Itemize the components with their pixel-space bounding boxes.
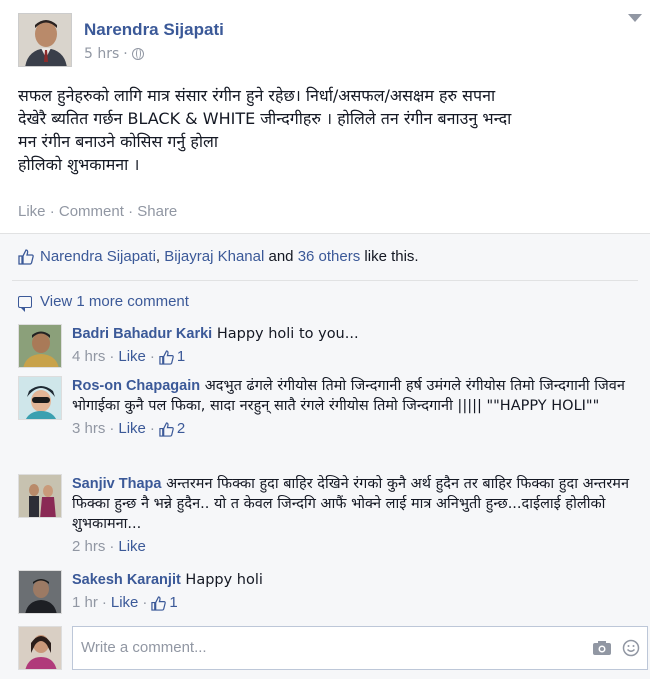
liker-name[interactable]: Narendra Sijapati [40, 248, 156, 265]
comment-like-count[interactable]: 1 [159, 347, 185, 367]
post-meta: 5 hrs · [84, 46, 144, 62]
likes-summary: Narendra Sijapati, Bijayraj Khanal and 3… [18, 248, 419, 265]
comment-input[interactable]: Write a comment... [72, 626, 648, 670]
comment-bubble-icon [18, 295, 32, 312]
thumbs-up-icon [159, 349, 174, 365]
comment-like-count[interactable]: 1 [151, 593, 178, 613]
post-text-line: मन रंगीन बनाउने कोसिस गर्नु होला [18, 132, 218, 151]
chevron-down-icon[interactable] [628, 14, 642, 22]
author-avatar[interactable] [18, 13, 72, 67]
comment-link[interactable]: Comment [59, 203, 124, 220]
likes-and: and [268, 248, 294, 265]
comment-like-link[interactable]: Like [118, 419, 146, 439]
action-separator: · [128, 203, 134, 220]
commenter-name[interactable]: Sakesh Karanjit [72, 572, 181, 588]
view-more-label[interactable]: View 1 more comment [40, 293, 189, 310]
comment-like-link[interactable]: Like [118, 537, 146, 557]
comment-timestamp[interactable]: 4 hrs [72, 347, 105, 367]
comment-meta: 4 hrs · Like · 1 [72, 347, 186, 367]
comment-body: Sanjiv Thapa अन्तरमन फिक्का हुदा बाहिर द… [72, 474, 648, 557]
view-more-comments[interactable]: View 1 more comment [18, 293, 189, 312]
comment-meta: 3 hrs · Like · 2 [72, 419, 186, 439]
comment-body: Sakesh Karanjit Happy holi 1 hr · Like ·… [72, 570, 648, 613]
comment-timestamp[interactable]: 3 hrs [72, 419, 105, 439]
comment-text: Happy holi [185, 572, 263, 588]
comment-text: Happy holi to you... [216, 326, 359, 342]
likes-others-link[interactable]: 36 others [298, 248, 361, 265]
commenter-name[interactable]: Sanjiv Thapa [72, 476, 161, 492]
commenter-avatar[interactable] [18, 376, 62, 420]
commenter-avatar[interactable] [18, 324, 62, 368]
post-action-bar: Like · Comment · Share [18, 203, 177, 220]
smile-icon[interactable] [622, 639, 640, 657]
meta-separator: · [123, 46, 128, 62]
like-link[interactable]: Like [18, 203, 46, 220]
thumbs-up-icon [159, 421, 174, 437]
liker-comma: , [155, 248, 161, 265]
viewer-avatar [18, 626, 62, 670]
comment-timestamp[interactable]: 1 hr [72, 593, 98, 613]
comment-like-count[interactable]: 2 [159, 419, 185, 439]
like-count-value: 1 [176, 348, 186, 365]
post-text-line: सफल हुनेहरुको लागि मात्र संसार रंगीन हुन… [18, 86, 496, 105]
comment-like-link[interactable]: Like [111, 593, 139, 613]
like-count-value: 2 [176, 420, 186, 437]
likes-suffix: like this. [364, 248, 419, 265]
comment-meta: 1 hr · Like · 1 [72, 593, 178, 613]
post-body: सफल हुनेहरुको लागि मात्र संसार रंगीन हुन… [18, 84, 638, 176]
post-timestamp[interactable]: 5 hrs [84, 46, 119, 62]
camera-icon[interactable] [592, 640, 612, 656]
globe-icon[interactable] [131, 48, 144, 60]
like-count-value: 1 [169, 594, 178, 611]
commenter-avatar[interactable] [18, 570, 62, 614]
divider [12, 280, 638, 281]
post-text-line: देखेरै ब्यतित गर्छन BLACK & WHITE जीन्दग… [18, 109, 512, 128]
thumbs-up-icon [18, 248, 34, 265]
write-comment-row: Write a comment... [18, 626, 648, 670]
comment-timestamp[interactable]: 2 hrs [72, 537, 105, 557]
action-separator: · [49, 203, 55, 220]
comment-body: Ros-on Chapagain अदभुत ढंगले रंगीयोस तिम… [72, 376, 648, 439]
feedback-section: Narendra Sijapati, Bijayraj Khanal and 3… [0, 233, 650, 679]
share-link[interactable]: Share [137, 203, 177, 220]
liker-name[interactable]: Bijayraj Khanal [164, 248, 264, 265]
commenter-name[interactable]: Badri Bahadur Karki [72, 326, 212, 342]
post-author-name[interactable]: Narendra Sijapati [84, 20, 224, 40]
commenter-name[interactable]: Ros-on Chapagain [72, 378, 200, 394]
thumbs-up-icon [151, 595, 167, 611]
comment-body: Badri Bahadur Karki Happy holi to you...… [72, 324, 648, 367]
comment-meta: 2 hrs · Like [72, 537, 146, 557]
comment-like-link[interactable]: Like [118, 347, 146, 367]
commenter-avatar[interactable] [18, 474, 62, 518]
post-text-line: होलिको शुभकामना । [18, 155, 140, 174]
